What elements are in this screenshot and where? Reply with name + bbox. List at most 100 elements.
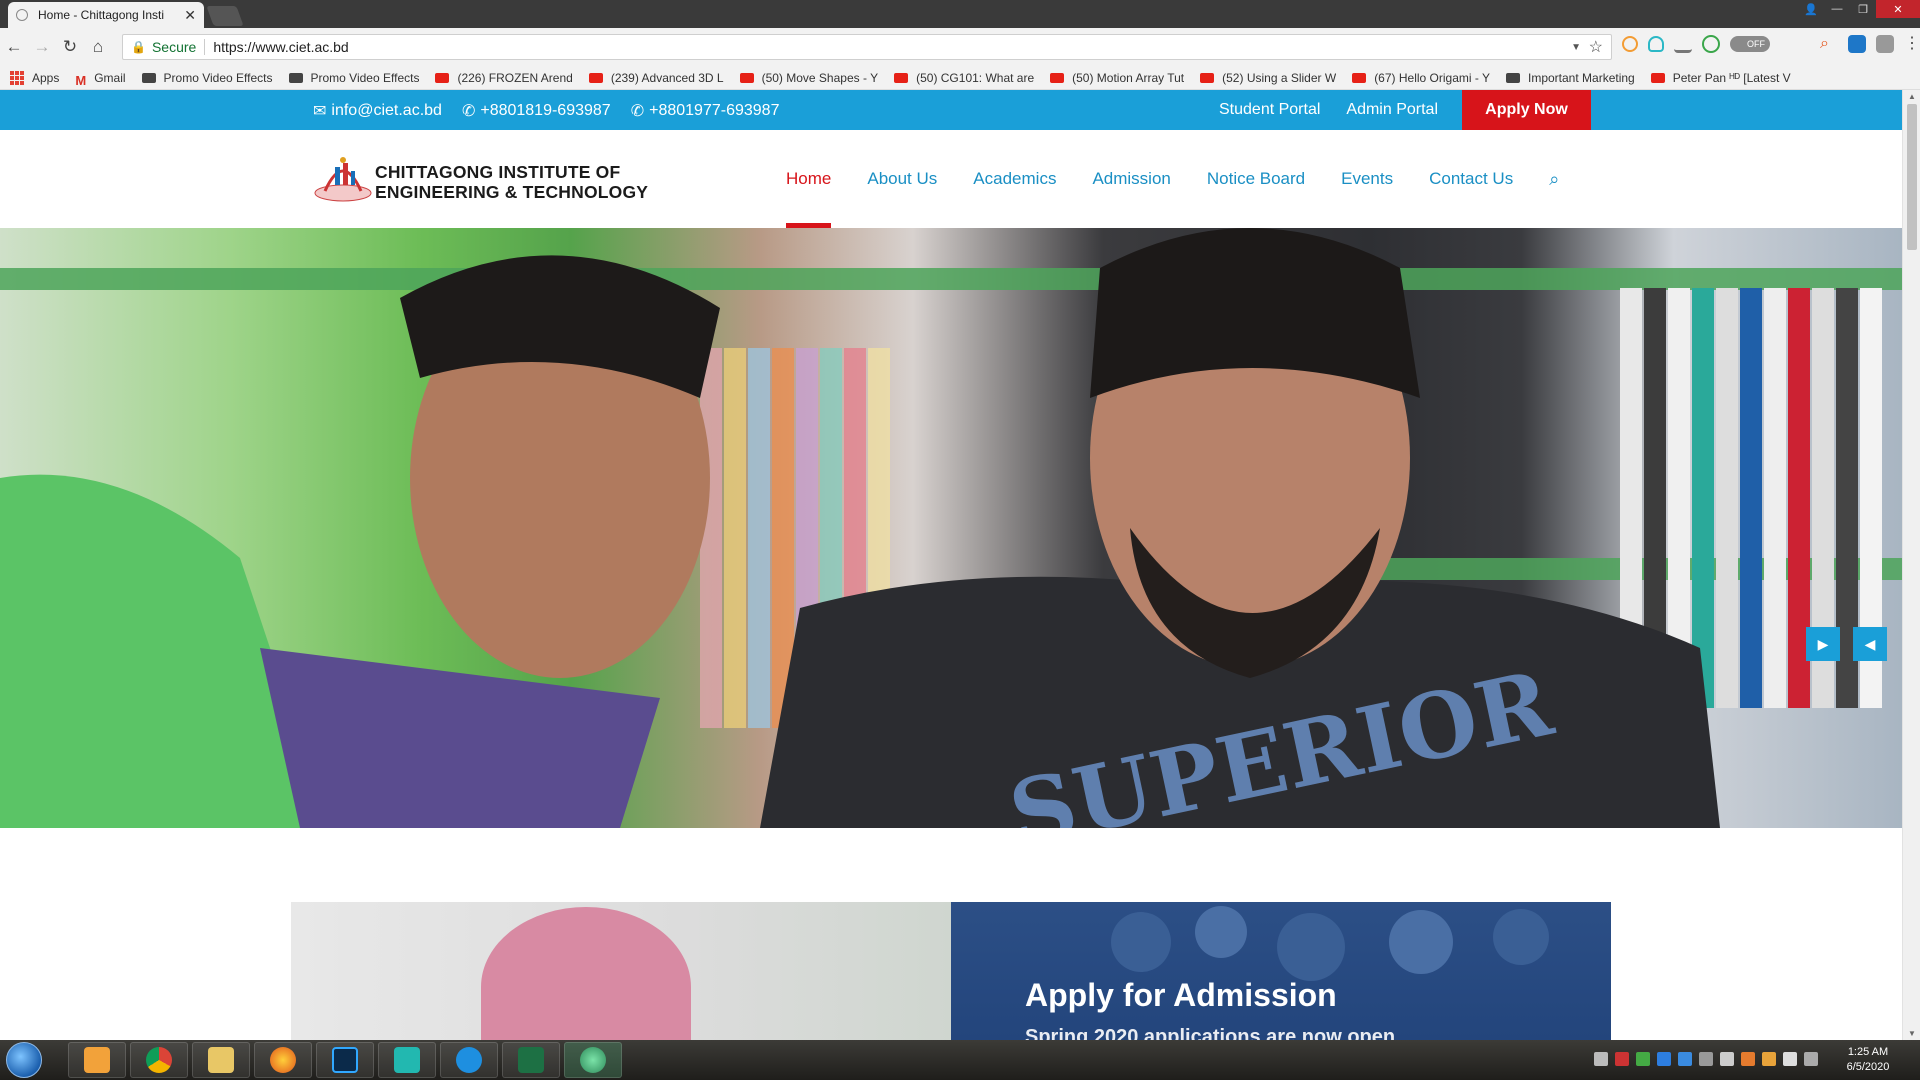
clock-time: 1:25 AM xyxy=(1847,1046,1889,1058)
forward-icon[interactable]: → xyxy=(28,37,56,57)
scroll-up-icon[interactable]: ▲ xyxy=(1908,92,1916,101)
admission-card[interactable]: Apply for Admission Spring 2020 applicat… xyxy=(951,902,1611,1040)
phone-contact-2[interactable]: ✆ +8801977-693987 xyxy=(631,101,780,121)
tray-monitor-icon[interactable] xyxy=(1699,1052,1713,1066)
bookmark-item[interactable]: Promo Video Effects xyxy=(288,71,419,85)
slider-prev-button[interactable]: ◀ xyxy=(1853,627,1887,661)
reload-icon[interactable]: ↻ xyxy=(56,37,84,57)
college-logo[interactable] xyxy=(313,153,373,203)
bookmark-apps[interactable]: Apps xyxy=(10,70,60,85)
phone-icon: ✆ xyxy=(630,103,645,120)
bookmark-item[interactable]: Peter Pan ᴴᴰ [Latest V xyxy=(1650,70,1791,85)
mail-icon: ✉ xyxy=(313,103,327,120)
bookmark-item[interactable]: (50) CG101: What are xyxy=(894,71,1034,85)
bookmark-label: Important Marketing xyxy=(1528,70,1635,85)
bookmark-label: Apps xyxy=(32,70,60,85)
internet-explorer-icon[interactable] xyxy=(440,1042,498,1078)
phone-contact-1[interactable]: ✆ +8801819-693987 xyxy=(462,101,611,121)
admission-subtitle: Spring 2020 applications are now open xyxy=(1025,1026,1396,1040)
student-portal-link[interactable]: Student Portal xyxy=(1219,101,1320,119)
bookmark-item[interactable]: (50) Motion Array Tut xyxy=(1050,71,1184,85)
window-close-button[interactable]: ✕ xyxy=(1876,0,1920,18)
apply-now-button[interactable]: Apply Now xyxy=(1462,90,1591,130)
nav-events[interactable]: Events xyxy=(1341,130,1393,228)
scroll-down-icon[interactable]: ▼ xyxy=(1908,1029,1916,1038)
website-viewport: ✉ info@ciet.ac.bd ✆ +8801819-693987 ✆ +8801… xyxy=(0,90,1902,1040)
page-scrollbar[interactable]: ▲ ▼ xyxy=(1902,90,1920,1040)
nav-admission[interactable]: Admission xyxy=(1092,130,1170,228)
bookmark-item[interactable]: (226) FROZEN Arend xyxy=(435,71,573,85)
bookmark-label: Peter Pan ᴴᴰ [Latest V xyxy=(1672,70,1791,85)
nav-academics[interactable]: Academics xyxy=(973,130,1056,228)
bookmark-gmail[interactable]: M Gmail xyxy=(75,71,125,85)
search-icon[interactable]: ⌕ xyxy=(1549,169,1559,190)
extension-download-icon[interactable] xyxy=(1674,35,1692,53)
bookmark-label: (50) Move Shapes - Y xyxy=(761,70,879,85)
extension-grey-icon[interactable] xyxy=(1876,35,1894,53)
slider-next-button[interactable]: ▶ xyxy=(1806,627,1840,661)
menu-dots-icon[interactable]: ⋮ xyxy=(1904,35,1920,53)
tab-close-icon[interactable]: ✕ xyxy=(184,7,196,24)
tray-network-icon[interactable] xyxy=(1594,1052,1608,1066)
excel-icon[interactable] xyxy=(502,1042,560,1078)
url-text[interactable]: https://www.ciet.ac.bd xyxy=(213,39,348,55)
extension-headphones-icon[interactable] xyxy=(1648,36,1664,52)
tray-app-icon[interactable] xyxy=(1762,1052,1776,1066)
tray-volume-icon[interactable] xyxy=(1720,1052,1734,1066)
bookmark-item[interactable]: (50) Move Shapes - Y xyxy=(739,70,879,85)
chrome-icon[interactable] xyxy=(130,1042,188,1078)
student-photo-card[interactable] xyxy=(291,902,951,1040)
minimize-button[interactable]: — xyxy=(1824,0,1850,18)
site-header: CHITTAGONG INSTITUTE OF ENGINEERING & TE… xyxy=(0,130,1902,228)
browser-tab[interactable]: Home - Chittagong Insti ✕ xyxy=(8,2,204,28)
tray-flag-icon[interactable] xyxy=(1783,1052,1797,1066)
bookmark-star-icon[interactable]: ☆ xyxy=(1589,37,1603,57)
firefox-icon[interactable] xyxy=(254,1042,312,1078)
nav-about-us[interactable]: About Us xyxy=(867,130,937,228)
bookmark-item[interactable]: (52) Using a Slider W xyxy=(1200,71,1336,85)
tray-app-icon[interactable] xyxy=(1741,1052,1755,1066)
extension-green-download-icon[interactable] xyxy=(1702,35,1720,53)
tray-security-icon[interactable] xyxy=(1615,1052,1629,1066)
bookmark-item[interactable]: Important Marketing xyxy=(1506,71,1635,85)
nav-contact-us[interactable]: Contact Us xyxy=(1429,130,1513,228)
youtube-icon xyxy=(588,72,603,83)
media-player-icon[interactable] xyxy=(68,1042,126,1078)
extension-orange-icon[interactable] xyxy=(1622,36,1638,52)
nav-notice-board[interactable]: Notice Board xyxy=(1207,130,1305,228)
tray-signal-icon[interactable] xyxy=(1804,1052,1818,1066)
tray-app-icon[interactable] xyxy=(1678,1052,1692,1066)
restore-button[interactable]: ❐ xyxy=(1850,0,1876,18)
user-icon[interactable]: 👤 xyxy=(1798,0,1824,18)
admin-portal-link[interactable]: Admin Portal xyxy=(1346,101,1438,119)
tasks-app-icon[interactable] xyxy=(378,1042,436,1078)
youtube-icon xyxy=(1200,72,1215,83)
address-dropdown-icon[interactable]: ▼ xyxy=(1571,42,1581,53)
back-icon[interactable]: ← xyxy=(0,37,28,57)
extension-blue-icon[interactable] xyxy=(1848,35,1866,53)
photoshop-icon[interactable] xyxy=(316,1042,374,1078)
tray-app-icon[interactable] xyxy=(1636,1052,1650,1066)
system-clock[interactable]: 1:25 AM 6/5/2020 xyxy=(1832,1045,1904,1075)
new-tab-button[interactable] xyxy=(206,6,244,26)
address-bar[interactable]: 🔒 Secure https://www.ciet.ac.bd ▼ ☆ xyxy=(122,34,1612,60)
start-button[interactable] xyxy=(6,1042,42,1078)
nav-home[interactable]: Home xyxy=(786,130,832,228)
tray-dropbox-icon[interactable] xyxy=(1657,1052,1671,1066)
brand-name[interactable]: CHITTAGONG INSTITUTE OF ENGINEERING & TE… xyxy=(375,162,648,202)
home-icon[interactable]: ⌂ xyxy=(84,37,112,57)
taskbar-apps xyxy=(68,1042,622,1078)
windows-taskbar: 1:25 AM 6/5/2020 xyxy=(0,1040,1920,1080)
email-contact[interactable]: ✉ info@ciet.ac.bd xyxy=(313,101,442,121)
student-photo xyxy=(481,907,691,1040)
extension-toggle[interactable]: OFF xyxy=(1730,36,1770,52)
extension-search-icon[interactable]: ⌕ xyxy=(1820,35,1838,53)
extensions-area: OFF ⌕ ⋮ xyxy=(1622,35,1920,53)
bookmark-label: (67) Hello Origami - Y xyxy=(1374,70,1490,85)
bookmark-item[interactable]: Promo Video Effects xyxy=(141,71,273,85)
bookmark-item[interactable]: (239) Advanced 3D L xyxy=(588,71,724,85)
atom-icon[interactable] xyxy=(564,1042,622,1078)
scroll-thumb[interactable] xyxy=(1907,104,1917,250)
file-explorer-icon[interactable] xyxy=(192,1042,250,1078)
bookmark-item[interactable]: (67) Hello Origami - Y xyxy=(1352,71,1490,85)
